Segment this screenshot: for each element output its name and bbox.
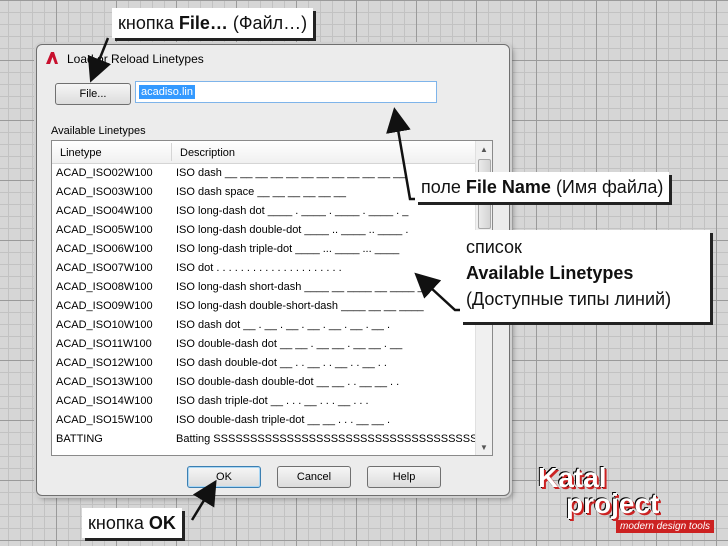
linetype-description: ISO dash triple-dot __ . . . __ . . . __…: [176, 395, 369, 407]
scroll-down-icon[interactable]: ▼: [476, 439, 492, 455]
linetype-name: ACAD_ISO14W100: [56, 395, 153, 407]
linetype-name: ACAD_ISO08W100: [56, 281, 153, 293]
scroll-up-icon[interactable]: ▲: [476, 141, 492, 157]
linetype-name: ACAD_ISO03W100: [56, 186, 153, 198]
linetype-name: ACAD_ISO13W100: [56, 376, 153, 388]
linetype-description: ISO double-dash dot __ __ . __ __ . __ _…: [176, 338, 403, 350]
linetype-description: ISO long-dash double-short-dash ____ __ …: [176, 300, 424, 312]
column-linetype[interactable]: Linetype: [60, 147, 102, 159]
list-item[interactable]: ACAD_ISO13W100 ISO double-dash double-dot…: [52, 373, 476, 392]
available-linetypes-label: Available Linetypes: [51, 125, 146, 137]
linetype-description: ISO dot . . . . . . . . . . . . . . . . …: [176, 262, 342, 274]
list-item[interactable]: ACAD_ISO07W100 ISO dot . . . . . . . . . …: [52, 259, 476, 278]
linetype-description: ISO dash dot __ . __ . __ . __ . __ . __…: [176, 319, 391, 331]
cancel-button[interactable]: Cancel: [277, 466, 351, 488]
linetype-name: BATTING: [56, 433, 103, 445]
list-item[interactable]: ACAD_ISO06W100 ISO long-dash triple-dot _…: [52, 240, 476, 259]
linetype-description: Batting SSSSSSSSSSSSSSSSSSSSSSSSSSSSSSSS…: [176, 433, 493, 445]
katal-project-logo: Katal project modern design tools: [532, 462, 722, 538]
list-item[interactable]: ACAD_ISO05W100 ISO long-dash double-dot _…: [52, 221, 476, 240]
help-button[interactable]: Help: [367, 466, 441, 488]
list-item[interactable]: ACAD_ISO09W100 ISO long-dash double-short…: [52, 297, 476, 316]
logo-project-text: project: [566, 488, 660, 519]
column-description[interactable]: Description: [180, 147, 235, 159]
linetype-description: ISO double-dash double-dot __ __ . . __ …: [176, 376, 400, 388]
linetype-description: ISO long-dash short-dash ____ __ ____ __…: [176, 281, 424, 293]
linetype-description: ISO double-dash triple-dot __ __ . . . _…: [176, 414, 391, 426]
logo-tagline: modern design tools: [616, 520, 715, 533]
title-bar[interactable]: Load or Reload Linetypes: [37, 45, 509, 73]
linetype-name: ACAD_ISO05W100: [56, 224, 153, 236]
list-item[interactable]: ACAD_ISO02W100 ISO dash __ __ __ __ __ __…: [52, 164, 476, 183]
column-divider[interactable]: [171, 143, 172, 161]
linetype-name: ACAD_ISO02W100: [56, 167, 153, 179]
linetype-description: ISO long-dash triple-dot ____ ... ____ .…: [176, 243, 400, 255]
linetype-description: ISO dash double-dot __ . . __ . . __ . .…: [176, 357, 387, 369]
linetype-name: ACAD_ISO10W100: [56, 319, 153, 331]
file-name-field[interactable]: acadiso.lin: [135, 81, 437, 103]
linetype-description: ISO long-dash dot ____ . ____ . ____ . _…: [176, 205, 409, 217]
callout-available-linetypes: список Available Linetypes (Доступные ти…: [460, 230, 710, 322]
list-item[interactable]: ACAD_ISO12W100 ISO dash double-dot __ . .…: [52, 354, 476, 373]
linetype-description: ISO dash space __ __ __ __ __ __: [176, 186, 347, 198]
ok-button[interactable]: OK: [187, 466, 261, 488]
file-name-value: acadiso.lin: [139, 85, 195, 99]
list-item[interactable]: ACAD_ISO10W100 ISO dash dot __ . __ . __ …: [52, 316, 476, 335]
linetype-name: ACAD_ISO07W100: [56, 262, 153, 274]
linetype-name: ACAD_ISO09W100: [56, 300, 153, 312]
callout-ok-button: кнопка OK: [82, 508, 182, 538]
list-item[interactable]: ACAD_ISO14W100 ISO dash triple-dot __ . .…: [52, 392, 476, 411]
callout-file-button: кнопка File… (Файл…): [112, 8, 314, 38]
linetype-name: ACAD_ISO11W100: [56, 338, 152, 350]
autocad-logo-icon: [46, 52, 58, 64]
linetype-description: ISO long-dash double-dot ____ .. ____ ..…: [176, 224, 409, 236]
list-header: Linetype Description: [52, 141, 476, 164]
linetype-name: ACAD_ISO04W100: [56, 205, 153, 217]
file-button[interactable]: File...: [55, 83, 131, 105]
linetype-name: ACAD_ISO15W100: [56, 414, 153, 426]
linetype-name: ACAD_ISO12W100: [56, 357, 153, 369]
dialog-title: Load or Reload Linetypes: [67, 52, 204, 66]
list-item[interactable]: ACAD_ISO11W100 ISO double-dash dot __ __ …: [52, 335, 476, 354]
list-item[interactable]: ACAD_ISO04W100 ISO long-dash dot ____ . _…: [52, 202, 476, 221]
list-item[interactable]: ACAD_ISO15W100 ISO double-dash triple-dot…: [52, 411, 476, 430]
linetype-name: ACAD_ISO06W100: [56, 243, 153, 255]
list-item[interactable]: BATTING Batting SSSSSSSSSSSSSSSSSSSSSSSSS…: [52, 430, 492, 449]
load-reload-linetypes-dialog: Load or Reload Linetypes File... acadiso…: [36, 44, 510, 496]
callout-file-name: поле File Name (Имя файла): [415, 172, 670, 202]
list-item[interactable]: ACAD_ISO03W100 ISO dash space __ __ __ __…: [52, 183, 476, 202]
list-rows: ACAD_ISO02W100 ISO dash __ __ __ __ __ __…: [52, 164, 492, 449]
list-item[interactable]: ACAD_ISO08W100 ISO long-dash short-dash _…: [52, 278, 476, 297]
linetype-description: ISO dash __ __ __ __ __ __ __ __ __ __ _…: [176, 167, 406, 179]
